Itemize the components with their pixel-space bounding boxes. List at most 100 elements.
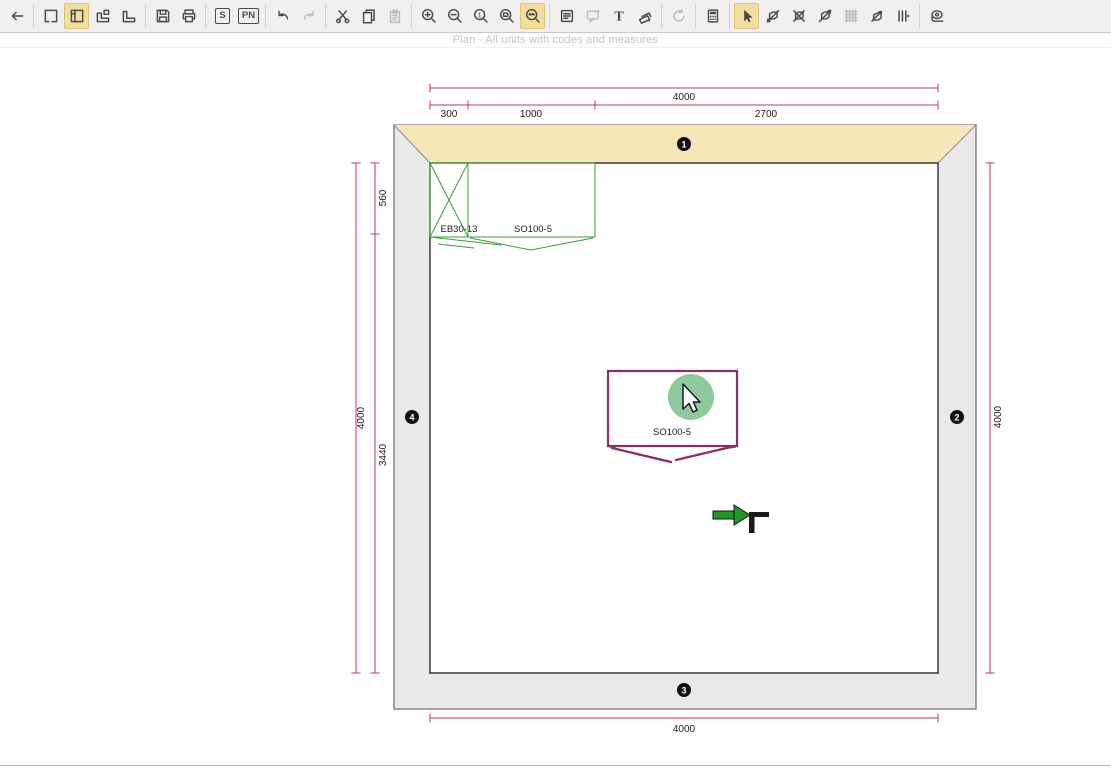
toolbar-separator (265, 4, 266, 28)
svg-text:1: 1 (477, 10, 481, 19)
hide-group-button[interactable] (786, 3, 811, 29)
toolbar-separator (205, 4, 206, 28)
rotate-icon (670, 7, 688, 25)
floor-plan-drawing: 1 2 3 4 4000 (0, 48, 1111, 765)
zoom-100-icon: 1 (472, 7, 490, 25)
scissors-icon (334, 7, 352, 25)
redo-icon (300, 7, 318, 25)
zoom-out-button[interactable] (442, 3, 467, 29)
swap-unit-icon (816, 7, 834, 25)
panel-icon: PN (238, 8, 259, 24)
svg-text:3: 3 (681, 685, 686, 695)
show-unit-button[interactable] (864, 3, 889, 29)
pointer-button[interactable] (734, 3, 759, 29)
undo-icon (274, 7, 292, 25)
spread-units-button[interactable] (890, 3, 915, 29)
zoom-in-icon (420, 7, 438, 25)
toolbar-separator (729, 4, 730, 28)
back-arrow-icon (8, 7, 26, 25)
materials-icon (636, 7, 654, 25)
scale-icon: S (215, 8, 229, 24)
toolbar-separator (325, 4, 326, 28)
text-button[interactable]: T (606, 3, 631, 29)
spread-units-icon (894, 7, 912, 25)
toolbar-separator (919, 4, 920, 28)
undo-button[interactable] (270, 3, 295, 29)
front-view-icon (68, 7, 86, 25)
dimension-left-segments-line (371, 163, 380, 673)
materials-button[interactable] (632, 3, 657, 29)
save-button[interactable] (150, 3, 175, 29)
note-button[interactable] (554, 3, 579, 29)
hide-unit-icon (764, 7, 782, 25)
dimension-right-total-label: 4000 (993, 405, 1004, 428)
svg-text:1: 1 (681, 139, 686, 149)
comment-icon (584, 7, 602, 25)
zoom-100-button[interactable]: 1 (468, 3, 493, 29)
dimension-top-total-label: 4000 (673, 92, 696, 103)
front-view-button[interactable] (64, 3, 89, 29)
back-button[interactable] (4, 3, 29, 29)
hide-unit-button[interactable] (760, 3, 785, 29)
dimension-top-segment-3-label: 2700 (755, 109, 778, 120)
tape-measure-button[interactable] (924, 3, 949, 29)
zoom-in-button[interactable] (416, 3, 441, 29)
grid-icon (842, 7, 860, 25)
row-view-button[interactable] (116, 3, 141, 29)
zoom-fit-button[interactable] (520, 3, 545, 29)
copy-button[interactable] (356, 3, 381, 29)
toolbar-separator (411, 4, 412, 28)
bottom-divider (0, 765, 1111, 772)
dimension-left-segment-2-label: 3440 (378, 443, 389, 466)
floor-plan-view-button[interactable] (38, 3, 63, 29)
svg-text:4: 4 (409, 412, 414, 422)
wall-3-badge: 3 (677, 683, 691, 697)
toolbar-separator (549, 4, 550, 28)
view-title: Plan - All units with codes and measures (453, 34, 659, 46)
toolbar-separator (145, 4, 146, 28)
unit-so100-5-top-label: SO100-5 (514, 224, 552, 235)
dimension-bottom-total-label: 4000 (673, 724, 696, 735)
tape-measure-icon (928, 7, 946, 25)
unit-eb30-13-label: EB30-13 (441, 224, 478, 235)
paste-icon (386, 7, 404, 25)
panel-button[interactable]: PN (236, 3, 261, 29)
plan-canvas[interactable]: 1 2 3 4 4000 (0, 48, 1111, 765)
zoom-window-button[interactable] (494, 3, 519, 29)
dimension-top-segment-2-label: 1000 (520, 109, 543, 120)
toolbar-separator (33, 4, 34, 28)
grid-button[interactable] (838, 3, 863, 29)
zoom-fit-icon (524, 7, 542, 25)
dimension-bottom-total-line (430, 714, 938, 723)
redo-button[interactable] (296, 3, 321, 29)
dimension-top-segment-1-label: 300 (441, 109, 458, 120)
wall-1-badge: 1 (677, 137, 691, 151)
hide-group-icon (790, 7, 808, 25)
corner-view-button[interactable] (90, 3, 115, 29)
text-tool-icon: T (610, 7, 628, 25)
floor-plan-icon (42, 7, 60, 25)
toolbar-separator (695, 4, 696, 28)
unit-so100-5-selected-label: SO100-5 (653, 427, 691, 438)
main-toolbar: S PN 1 (0, 0, 1111, 33)
note-icon (558, 7, 576, 25)
print-icon (180, 7, 198, 25)
paste-button[interactable] (382, 3, 407, 29)
rotate-button[interactable] (666, 3, 691, 29)
print-button[interactable] (176, 3, 201, 29)
zoom-window-icon (498, 7, 516, 25)
cut-button[interactable] (330, 3, 355, 29)
swap-unit-button[interactable] (812, 3, 837, 29)
scale-button[interactable]: S (210, 3, 235, 29)
row-view-icon (120, 7, 138, 25)
corner-view-icon (94, 7, 112, 25)
application-window: S PN 1 (0, 0, 1111, 772)
show-unit-icon (868, 7, 886, 25)
wall-2-badge: 2 (950, 410, 964, 424)
pointer-icon (738, 7, 756, 25)
dimension-left-total-label: 4000 (356, 406, 367, 429)
save-icon (154, 7, 172, 25)
comment-button[interactable] (580, 3, 605, 29)
calculator-button[interactable] (700, 3, 725, 29)
dimension-left-segment-1-label: 560 (378, 189, 389, 206)
